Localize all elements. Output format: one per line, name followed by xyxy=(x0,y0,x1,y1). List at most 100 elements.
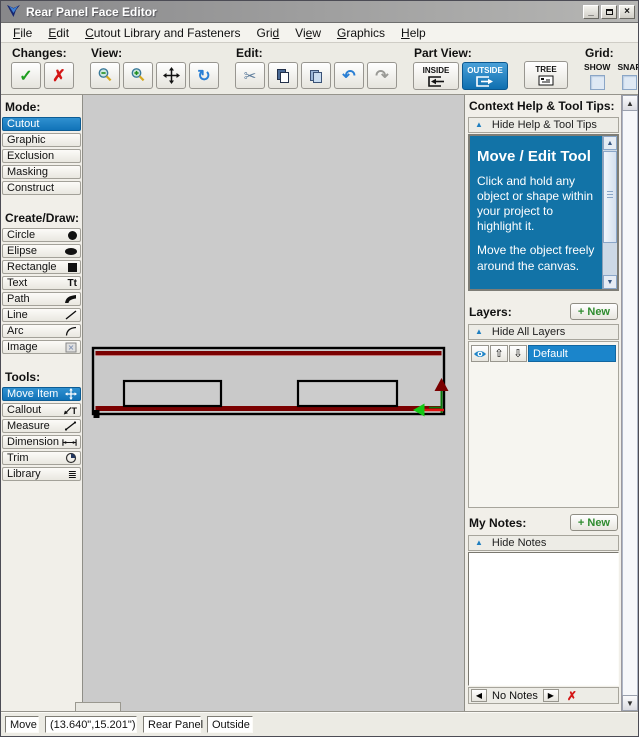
minimize-button[interactable]: _ xyxy=(583,4,599,19)
canvas[interactable] xyxy=(75,95,464,711)
maximize-button[interactable] xyxy=(601,4,617,19)
redo-button[interactable]: ↷ xyxy=(367,62,397,89)
hide-help-bar[interactable]: ▲ Hide Help & Tool Tips xyxy=(468,117,619,133)
delete-note-button[interactable]: ✗ xyxy=(564,689,580,703)
pan-button[interactable] xyxy=(156,62,186,89)
mode-graphic-button[interactable]: Graphic xyxy=(2,133,81,147)
menu-graphics[interactable]: Graphics xyxy=(329,24,393,42)
pan-icon xyxy=(162,67,180,84)
previous-note-button[interactable]: ◀ xyxy=(471,689,487,702)
help-scroll-up-button[interactable]: ▲ xyxy=(603,136,617,150)
panel-corner-notch xyxy=(93,410,100,418)
draw-text-button[interactable]: Text Tt xyxy=(2,276,81,290)
layers-title: Layers: xyxy=(469,304,512,319)
undo-button[interactable]: ↶ xyxy=(334,62,364,89)
redo-icon: ↷ xyxy=(375,67,389,85)
draw-image-button[interactable]: Image xyxy=(2,340,81,354)
grid-snap-checkbox[interactable] xyxy=(621,75,637,90)
mode-masking-button[interactable]: Masking xyxy=(2,165,81,179)
grid-show-checkbox[interactable] xyxy=(589,75,605,90)
status-tool-mode: Move xyxy=(5,716,39,733)
collapse-triangle-icon: ▲ xyxy=(475,538,483,547)
draw-circle-button[interactable]: Circle xyxy=(2,228,81,242)
notes-nav-bar: ◀ No Notes ▶ ✗ xyxy=(468,687,619,704)
cutout-rect-left[interactable] xyxy=(122,379,223,408)
hide-notes-bar[interactable]: ▲ Hide Notes xyxy=(468,535,619,551)
copy-button[interactable] xyxy=(268,62,298,89)
new-layer-button[interactable]: + New xyxy=(569,303,618,320)
grid-snap-label: SNAP xyxy=(617,62,639,72)
outside-view-button[interactable]: OUTSIDE xyxy=(462,62,508,90)
zoom-out-button[interactable] xyxy=(90,62,120,89)
undo-icon: ↶ xyxy=(342,67,356,85)
next-note-button[interactable]: ▶ xyxy=(542,689,559,702)
menu-view[interactable]: View xyxy=(287,24,329,42)
draw-path-button[interactable]: Path xyxy=(2,292,81,306)
arrow-down-icon: ⇩ xyxy=(513,348,523,360)
mode-construct-button[interactable]: Construct xyxy=(2,181,81,195)
menu-grid[interactable]: Grid xyxy=(248,24,287,42)
close-icon: × xyxy=(624,5,630,17)
tool-dimension-button[interactable]: Dimension xyxy=(2,435,81,449)
panel-scrollbar[interactable]: ▲ ▼ xyxy=(621,95,638,711)
mode-cutout-button[interactable]: Cutout xyxy=(2,117,81,131)
help-box: Move / Edit Tool Click and hold any obje… xyxy=(468,134,619,291)
tool-move-item-button[interactable]: Move Item xyxy=(2,387,81,401)
cut-button[interactable]: ✂ xyxy=(235,62,265,89)
collapse-triangle-icon: ▲ xyxy=(475,120,483,129)
panel-top-edge-highlight xyxy=(95,355,442,356)
tree-label: TREE xyxy=(535,64,557,74)
paste-button[interactable] xyxy=(301,62,331,89)
layer-visibility-button[interactable] xyxy=(471,345,489,362)
delete-icon: ✗ xyxy=(566,688,577,703)
draw-line-button[interactable]: Line xyxy=(2,308,81,322)
tool-trim-button[interactable]: Trim xyxy=(2,451,81,465)
refresh-view-button[interactable]: ↻ xyxy=(189,62,219,89)
menu-cutout-library[interactable]: Cutout Library and Fasteners xyxy=(77,24,248,42)
app-logo-icon xyxy=(6,4,22,20)
cutout-rect-right[interactable] xyxy=(296,379,399,408)
tree-button[interactable]: TREE xyxy=(524,61,568,89)
tool-library-button[interactable]: Library ≣ xyxy=(2,467,81,481)
draw-rectangle-button[interactable]: Rectangle xyxy=(2,260,81,274)
help-scrollbar[interactable]: ▲ ▼ xyxy=(602,136,617,289)
new-note-button[interactable]: + New xyxy=(569,514,618,531)
scroll-down-icon: ▼ xyxy=(606,278,614,286)
notes-area[interactable] xyxy=(468,552,619,686)
library-icon: ≣ xyxy=(67,468,77,481)
menu-edit[interactable]: Edit xyxy=(40,24,77,42)
toolbar-group-grid: Grid: SHOW SNAP SIZE xyxy=(584,46,639,90)
layer-move-down-button[interactable]: ⇩ xyxy=(509,345,527,362)
left-sidebar: Mode: Cutout Graphic Exclusion Masking C… xyxy=(1,95,83,711)
circle-icon xyxy=(68,230,77,240)
status-coordinates: (13.640",15.201") xyxy=(45,716,137,733)
apply-changes-button[interactable]: ✓ xyxy=(11,62,41,89)
help-scroll-down-button[interactable]: ▼ xyxy=(603,275,617,289)
zoom-in-button[interactable] xyxy=(123,62,153,89)
hide-layers-bar[interactable]: ▲ Hide All Layers xyxy=(468,324,619,340)
panel-scrollbar-thumb[interactable] xyxy=(622,111,638,695)
close-button[interactable]: × xyxy=(619,4,635,19)
toolbar-group-tree: TREE xyxy=(524,46,568,89)
layer-name-default[interactable]: Default xyxy=(528,345,616,362)
right-panel: Context Help & Tool Tips: ▲ Hide Help & … xyxy=(464,95,621,711)
panel-scroll-down-button[interactable]: ▼ xyxy=(622,695,638,711)
toolbar: Changes: ✓ ✗ View: ↻ Edit: ✂ ↶ ↷ Part Vi… xyxy=(1,43,638,95)
layer-move-up-button[interactable]: ⇧ xyxy=(490,345,508,362)
outside-label: OUTSIDE xyxy=(467,65,503,75)
tool-measure-button[interactable]: Measure xyxy=(2,419,81,433)
status-bar: Move (13.640",15.201") Rear Panel Outsid… xyxy=(1,711,638,736)
cancel-changes-button[interactable]: ✗ xyxy=(44,62,74,89)
arrow-up-icon: ⇧ xyxy=(494,348,504,360)
inside-view-button[interactable]: INSIDE xyxy=(413,62,459,90)
minimize-icon: _ xyxy=(588,5,594,17)
tool-callout-button[interactable]: Callout T xyxy=(2,403,81,417)
help-scrollbar-thumb[interactable] xyxy=(603,151,617,243)
panel-scroll-up-button[interactable]: ▲ xyxy=(622,95,638,111)
draw-elipse-button[interactable]: Elipse xyxy=(2,244,81,258)
mode-exclusion-button[interactable]: Exclusion xyxy=(2,149,81,163)
draw-arc-button[interactable]: Arc xyxy=(2,324,81,338)
menu-help[interactable]: Help xyxy=(393,24,434,42)
menu-file[interactable]: File xyxy=(5,24,40,42)
refresh-icon: ↻ xyxy=(197,67,211,85)
